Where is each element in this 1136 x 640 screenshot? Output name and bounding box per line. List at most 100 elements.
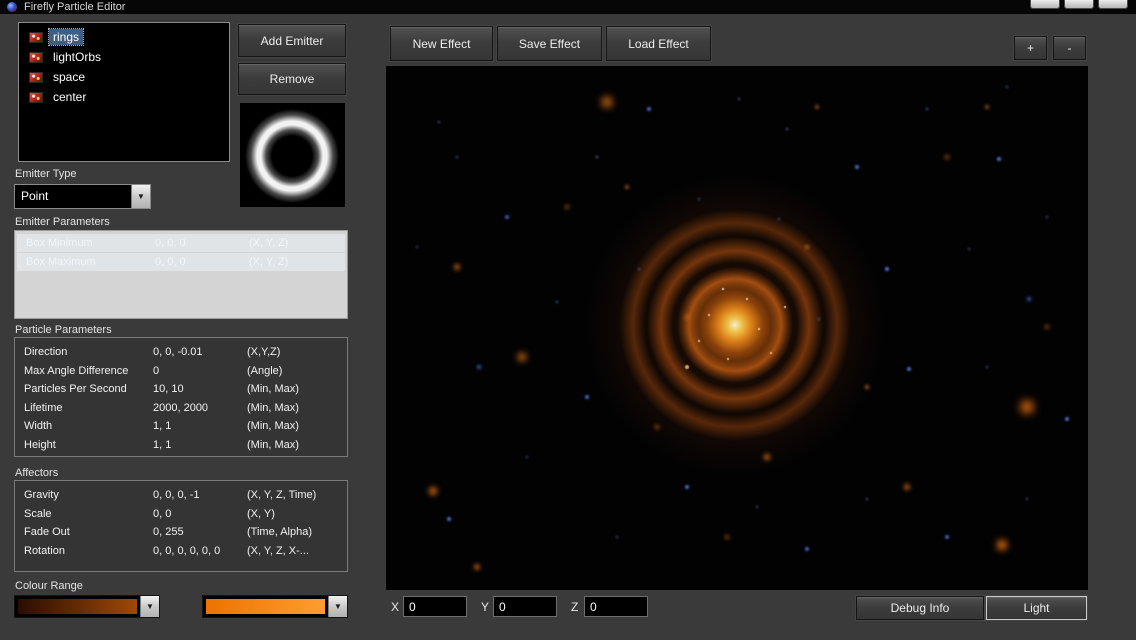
param-hint: (X,Y,Z) xyxy=(247,346,347,358)
param-name: Particles Per Second xyxy=(15,383,153,395)
param-row[interactable]: Height 1, 1 (Min, Max) xyxy=(15,436,347,455)
affector-name: Fade Out xyxy=(15,526,153,538)
param-value: 1, 1 xyxy=(153,420,247,432)
param-row[interactable]: Particles Per Second 10, 10 (Min, Max) xyxy=(15,380,347,399)
remove-emitter-button[interactable]: Remove xyxy=(238,63,346,95)
emitter-list-item-center[interactable]: center xyxy=(21,87,227,107)
param-name: Direction xyxy=(15,346,153,358)
x-input[interactable] xyxy=(403,596,467,617)
affector-value: 0, 0, 0, 0, 0, 0 xyxy=(153,545,247,557)
y-label: Y xyxy=(481,600,489,614)
center-speckles xyxy=(386,66,388,68)
param-name: Height xyxy=(15,439,153,451)
particle-effect-rings xyxy=(386,66,1088,590)
app-icon xyxy=(7,2,17,12)
emitter-list-item-space[interactable]: space xyxy=(21,67,227,87)
affector-row[interactable]: Scale 0, 0 (X, Y) xyxy=(15,505,347,524)
close-button[interactable] xyxy=(1098,0,1128,9)
affector-name: Rotation xyxy=(15,545,153,557)
affector-hint: (X, Y, Z, Time) xyxy=(247,489,347,501)
emitter-parameters-label: Emitter Parameters xyxy=(15,216,110,228)
emitter-icon xyxy=(29,92,43,103)
minimize-button[interactable] xyxy=(1030,0,1060,9)
emitter-list-item-lightorbs[interactable]: lightOrbs xyxy=(21,47,227,67)
ring-texture xyxy=(240,103,345,207)
colour-start-dropdown[interactable]: ▼ xyxy=(14,595,160,618)
chevron-down-icon[interactable]: ▼ xyxy=(131,185,150,208)
param-name: Width xyxy=(15,420,153,432)
affectors-table[interactable]: Gravity 0, 0, 0, -1 (X, Y, Z, Time) Scal… xyxy=(14,480,348,572)
emitter-param-row[interactable]: Box Maximum 0, 0, 0 (X, Y, Z) xyxy=(17,253,345,271)
param-row[interactable]: Direction 0, 0, -0.01 (X,Y,Z) xyxy=(15,343,347,362)
maximize-button[interactable] xyxy=(1064,0,1094,9)
emitter-type-value: Point xyxy=(15,185,131,208)
param-row[interactable]: Max Angle Difference 0 (Angle) xyxy=(15,362,347,381)
affector-row[interactable]: Rotation 0, 0, 0, 0, 0, 0 (X, Y, Z, X-..… xyxy=(15,542,347,561)
zoom-in-button[interactable]: + xyxy=(1014,36,1047,60)
colour-end-swatch xyxy=(205,598,326,615)
add-emitter-button[interactable]: Add Emitter xyxy=(238,24,346,57)
param-name: Lifetime xyxy=(15,402,153,414)
param-name: Box Maximum xyxy=(17,256,155,268)
particle-viewport[interactable] xyxy=(386,66,1088,590)
chevron-down-icon[interactable]: ▼ xyxy=(140,596,159,617)
param-hint: (Min, Max) xyxy=(247,439,347,451)
colour-range-label: Colour Range xyxy=(15,580,83,592)
param-hint: (Min, Max) xyxy=(247,420,347,432)
particle-parameters-table[interactable]: Direction 0, 0, -0.01 (X,Y,Z) Max Angle … xyxy=(14,337,348,457)
emitter-param-row[interactable]: Box Minimum 0, 0, 0 (X, Y, Z) xyxy=(17,234,345,252)
client-area: rings lightOrbs space center Add Emitter… xyxy=(0,14,1136,640)
z-input[interactable] xyxy=(584,596,648,617)
light-button[interactable]: Light xyxy=(986,596,1087,620)
save-effect-button[interactable]: Save Effect xyxy=(497,26,602,61)
affector-hint: (Time, Alpha) xyxy=(247,526,347,538)
param-row[interactable]: Width 1, 1 (Min, Max) xyxy=(15,417,347,436)
param-row[interactable]: Lifetime 2000, 2000 (Min, Max) xyxy=(15,399,347,418)
chevron-down-icon[interactable]: ▼ xyxy=(328,596,347,617)
affectors-label: Affectors xyxy=(15,467,58,479)
affector-name: Scale xyxy=(15,508,153,520)
param-hint: (Angle) xyxy=(247,365,347,377)
param-value: 0 xyxy=(153,365,247,377)
new-effect-button[interactable]: New Effect xyxy=(390,26,493,61)
affector-value: 0, 255 xyxy=(153,526,247,538)
load-effect-button[interactable]: Load Effect xyxy=(606,26,711,61)
window-controls xyxy=(1030,0,1128,9)
param-hint: (Min, Max) xyxy=(247,383,347,395)
param-value: 10, 10 xyxy=(153,383,247,395)
emitter-item-label: space xyxy=(49,69,89,85)
affector-row[interactable]: Fade Out 0, 255 (Time, Alpha) xyxy=(15,523,347,542)
particle-parameters-label: Particle Parameters xyxy=(15,324,112,336)
emitter-texture-preview xyxy=(240,103,345,207)
affector-name: Gravity xyxy=(15,489,153,501)
emitter-item-label: center xyxy=(49,89,90,105)
param-hint: (X, Y, Z) xyxy=(249,256,345,268)
param-value: 0, 0, -0.01 xyxy=(153,346,247,358)
emitter-item-label: rings xyxy=(49,29,83,45)
colour-end-dropdown[interactable]: ▼ xyxy=(202,595,348,618)
param-hint: (Min, Max) xyxy=(247,402,347,414)
emitter-icon xyxy=(29,32,43,43)
zoom-out-button[interactable]: - xyxy=(1053,36,1086,60)
emitter-icon xyxy=(29,52,43,63)
affector-row[interactable]: Gravity 0, 0, 0, -1 (X, Y, Z, Time) xyxy=(15,486,347,505)
emitter-list-item-rings[interactable]: rings xyxy=(21,27,227,47)
param-value: 0, 0, 0 xyxy=(155,237,249,249)
affector-hint: (X, Y, Z, X-... xyxy=(247,545,347,557)
titlebar: Firefly Particle Editor xyxy=(0,0,1136,14)
y-input[interactable] xyxy=(493,596,557,617)
emitter-list[interactable]: rings lightOrbs space center xyxy=(18,22,230,162)
colour-start-swatch xyxy=(17,598,138,615)
emitter-item-label: lightOrbs xyxy=(49,49,105,65)
emitter-parameters-table[interactable]: Box Minimum 0, 0, 0 (X, Y, Z) Box Maximu… xyxy=(14,230,348,319)
param-value: 2000, 2000 xyxy=(153,402,247,414)
param-hint: (X, Y, Z) xyxy=(249,237,345,249)
param-name: Box Minimum xyxy=(17,237,155,249)
emitter-icon xyxy=(29,72,43,83)
debug-info-button[interactable]: Debug Info xyxy=(856,596,984,620)
emitter-type-dropdown[interactable]: Point ▼ xyxy=(14,184,151,209)
z-label: Z xyxy=(571,600,578,614)
param-value: 0, 0, 0 xyxy=(155,256,249,268)
emitter-type-label: Emitter Type xyxy=(15,168,77,180)
affector-value: 0, 0, 0, -1 xyxy=(153,489,247,501)
